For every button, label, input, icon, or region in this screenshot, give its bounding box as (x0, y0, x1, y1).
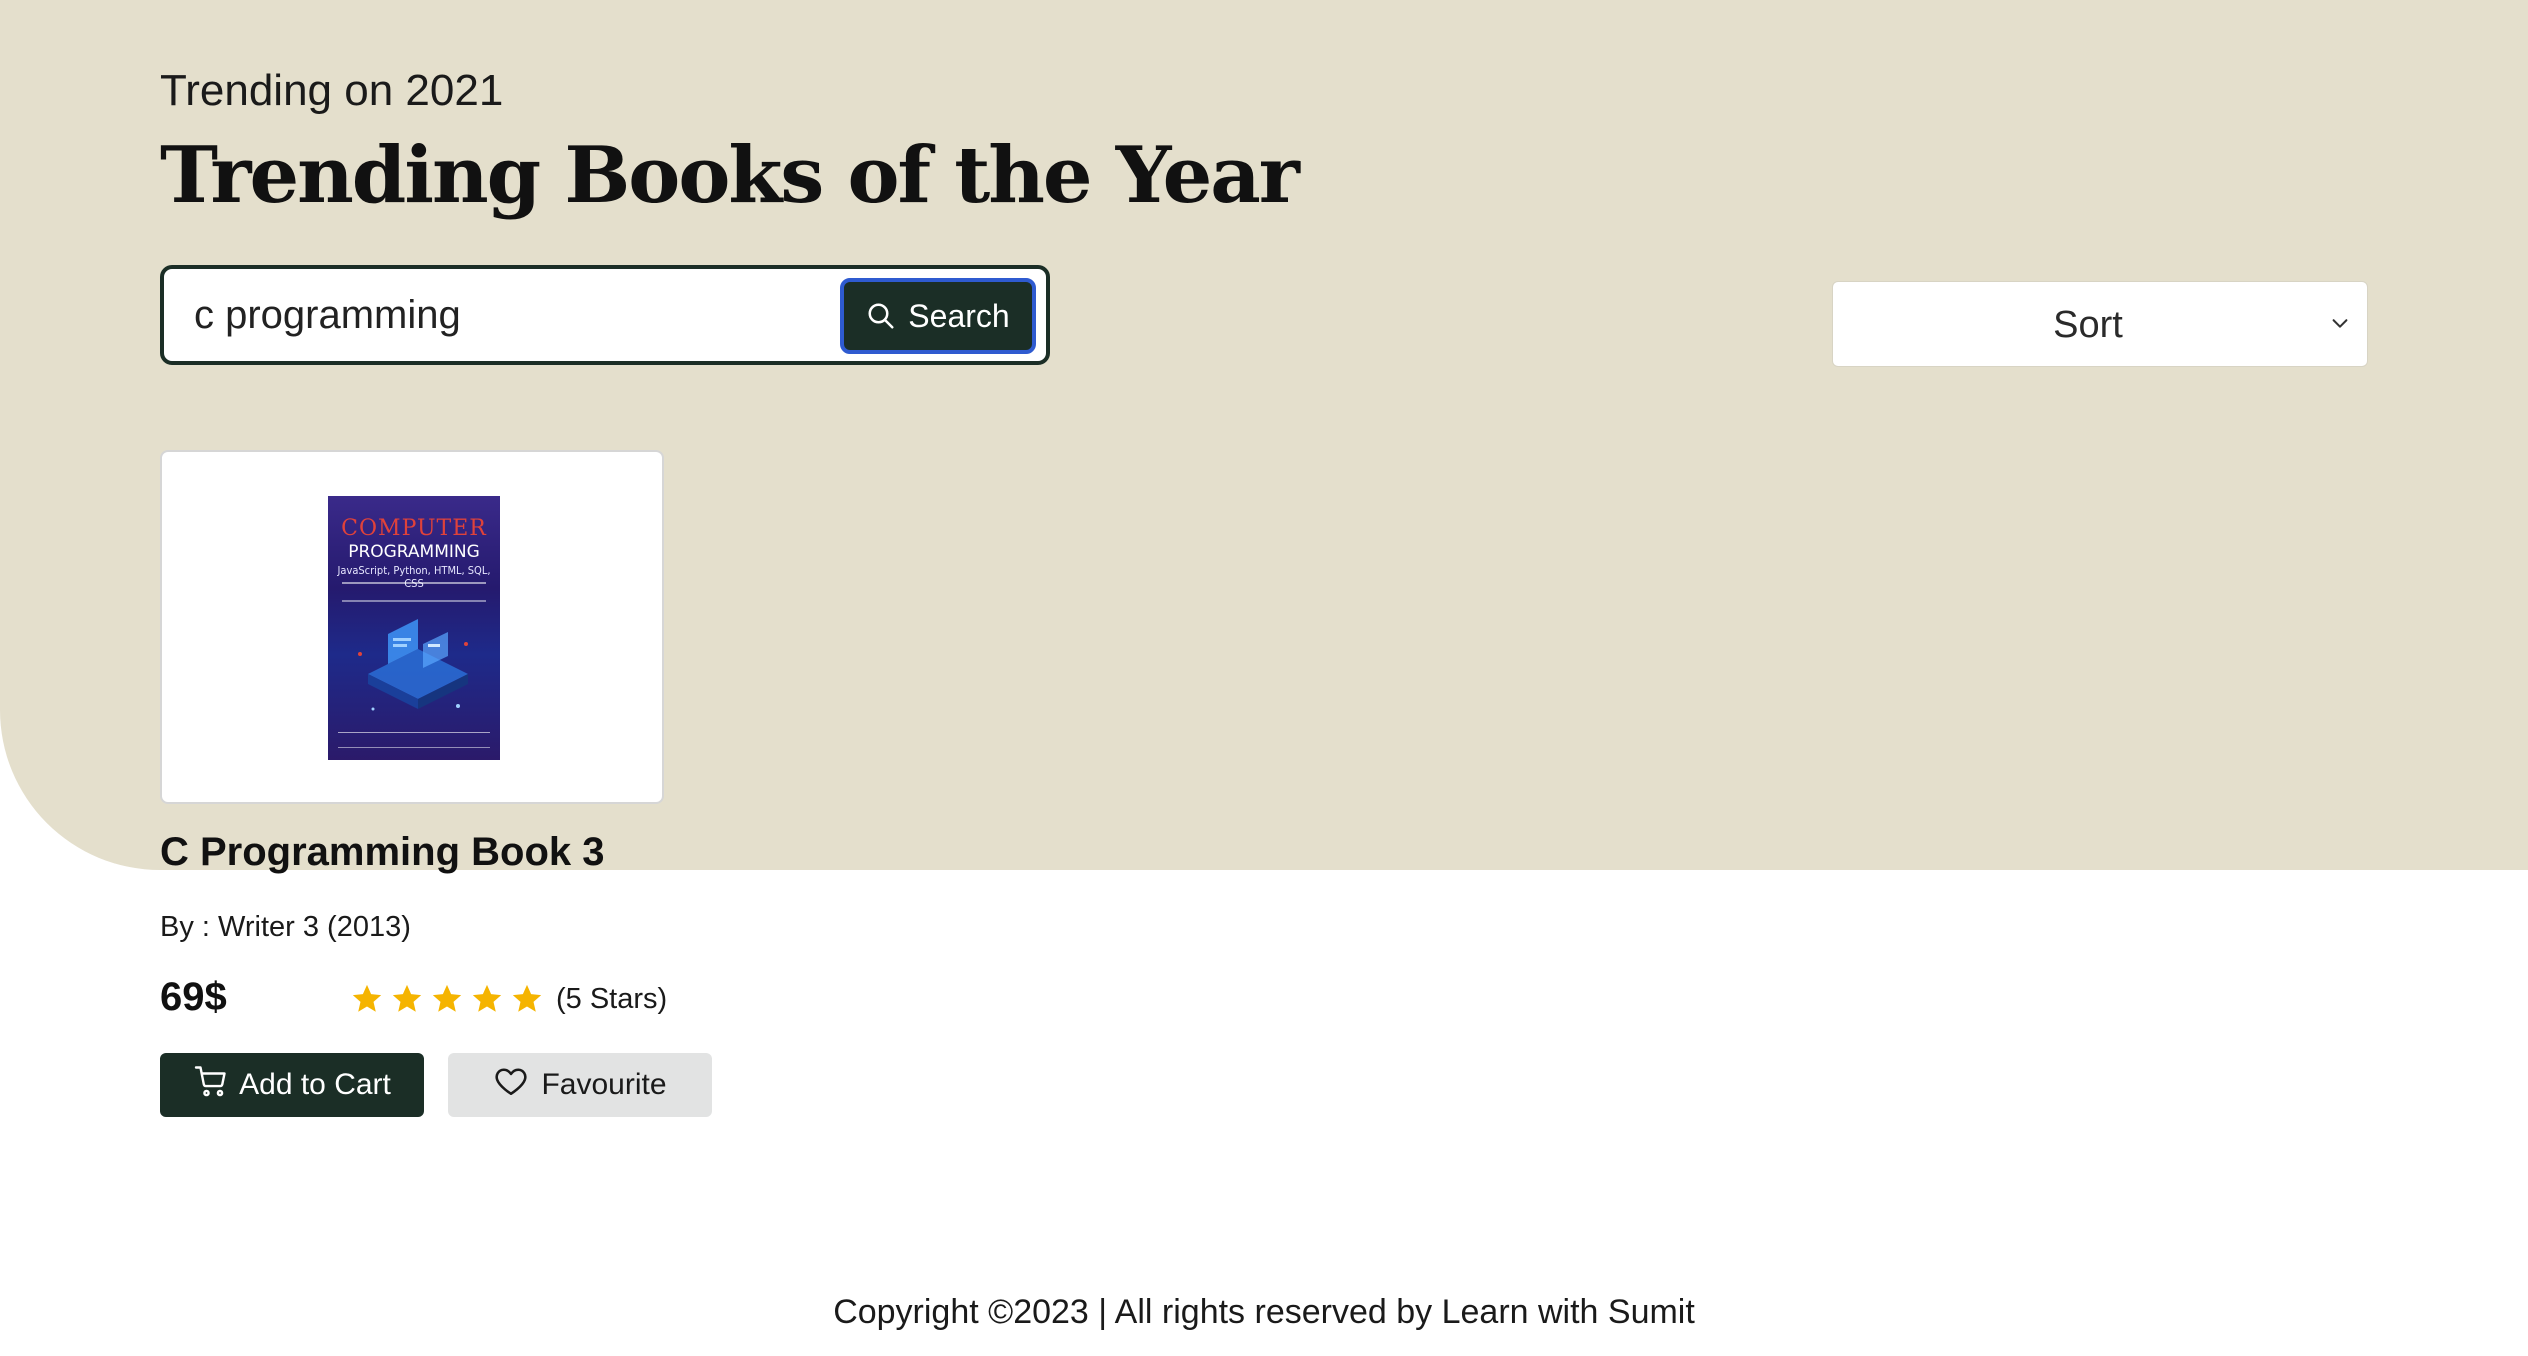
star-icon (512, 984, 542, 1012)
favourite-label: Favourite (541, 1068, 667, 1101)
add-to-cart-label: Add to Cart (239, 1068, 391, 1101)
book-rating: (5 Stars) (350, 982, 667, 1016)
chevron-down-icon (2329, 312, 2351, 339)
book-card-image[interactable]: COMPUTER PROGRAMMING JavaScript, Python,… (160, 450, 664, 804)
heart-icon (493, 1063, 529, 1107)
laptop-illustration (358, 619, 468, 711)
book-cover-line2: PROGRAMMING (348, 542, 480, 562)
book-title[interactable]: C Programming Book 3 (160, 830, 605, 875)
search-button-label: Search (908, 297, 1010, 334)
book-cover-line1: COMPUTER (341, 516, 487, 541)
book-price: 69$ (160, 975, 227, 1019)
star-icon (352, 984, 382, 1012)
book-author: By : Writer 3 (2013) (160, 911, 411, 943)
star-icon (432, 984, 462, 1012)
hero-subtitle: Trending on 2021 (160, 66, 504, 115)
cart-icon (193, 1063, 229, 1107)
cover-footer-lines (338, 732, 490, 748)
star-icon (392, 984, 422, 1012)
search-form: Search (160, 265, 1050, 365)
sort-select[interactable]: Sort (1832, 281, 2368, 367)
rating-text: (5 Stars) (556, 982, 668, 1015)
page: Trending on 2021 Trending Books of the Y… (0, 0, 2528, 1356)
book-cover-image: COMPUTER PROGRAMMING JavaScript, Python,… (328, 496, 500, 760)
page-title: Trending Books of the Year (160, 130, 1300, 221)
favourite-button[interactable]: Favourite (448, 1053, 712, 1117)
search-input[interactable] (194, 281, 774, 349)
star-icon (472, 984, 502, 1012)
sort-label: Sort (2053, 304, 2123, 346)
search-icon (866, 301, 896, 331)
search-button[interactable]: Search (840, 278, 1036, 354)
add-to-cart-button[interactable]: Add to Cart (160, 1053, 424, 1117)
footer-copyright: Copyright ©2023 | All rights reserved by… (833, 1293, 1695, 1331)
cover-text-lines (342, 582, 486, 602)
